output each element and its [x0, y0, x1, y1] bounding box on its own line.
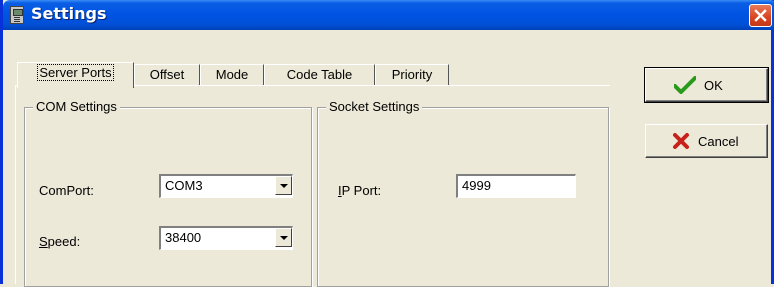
tab-panel: COM Settings ComPort: COM3 Speed: 38400 … — [15, 85, 610, 287]
tab-label: Mode — [215, 67, 249, 82]
tab-label: Server Ports — [37, 64, 114, 81]
chevron-down-icon[interactable] — [275, 228, 292, 247]
ok-button[interactable]: OK — [644, 67, 769, 103]
cancel-x-icon — [673, 133, 689, 149]
speed-value: 38400 — [165, 230, 202, 245]
ip-port-input[interactable]: 4999 — [456, 174, 576, 198]
ok-label: OK — [704, 78, 723, 93]
tab-mode[interactable]: Mode — [200, 64, 264, 86]
tab-label: Offset — [149, 67, 185, 82]
cancel-label: Cancel — [698, 134, 739, 149]
settings-window: Settings Server Ports Offset Mode Code T… — [0, 0, 774, 287]
tab-code-table[interactable]: Code Table — [264, 64, 375, 86]
comport-value: COM3 — [165, 178, 203, 193]
com-settings-group: COM Settings ComPort: COM3 Speed: 38400 — [24, 99, 312, 287]
tab-label: Code Table — [286, 67, 353, 82]
comport-select[interactable]: COM3 — [159, 174, 293, 198]
socket-settings-group: Socket Settings IP Port: 4999 — [317, 99, 609, 287]
tab-offset[interactable]: Offset — [134, 64, 200, 86]
window-title: Settings — [31, 4, 107, 23]
speed-label: Speed: — [39, 234, 81, 249]
tab-priority[interactable]: Priority — [375, 64, 449, 86]
com-settings-title: COM Settings — [33, 99, 120, 115]
app-icon — [10, 6, 24, 24]
cancel-button[interactable]: Cancel — [645, 124, 768, 158]
tab-label: Priority — [391, 67, 433, 82]
close-button[interactable] — [749, 4, 772, 27]
ip-port-value: 4999 — [462, 178, 491, 193]
close-icon — [754, 9, 767, 22]
speed-select[interactable]: 38400 — [159, 226, 293, 250]
chevron-down-icon[interactable] — [275, 176, 292, 195]
ip-port-label: IP Port: — [338, 183, 382, 198]
tab-server-ports[interactable]: Server Ports — [17, 62, 134, 88]
checkmark-icon — [674, 76, 696, 94]
socket-settings-title: Socket Settings — [326, 99, 423, 115]
title-bar[interactable]: Settings — [3, 0, 774, 30]
comport-label: ComPort: — [39, 183, 94, 198]
